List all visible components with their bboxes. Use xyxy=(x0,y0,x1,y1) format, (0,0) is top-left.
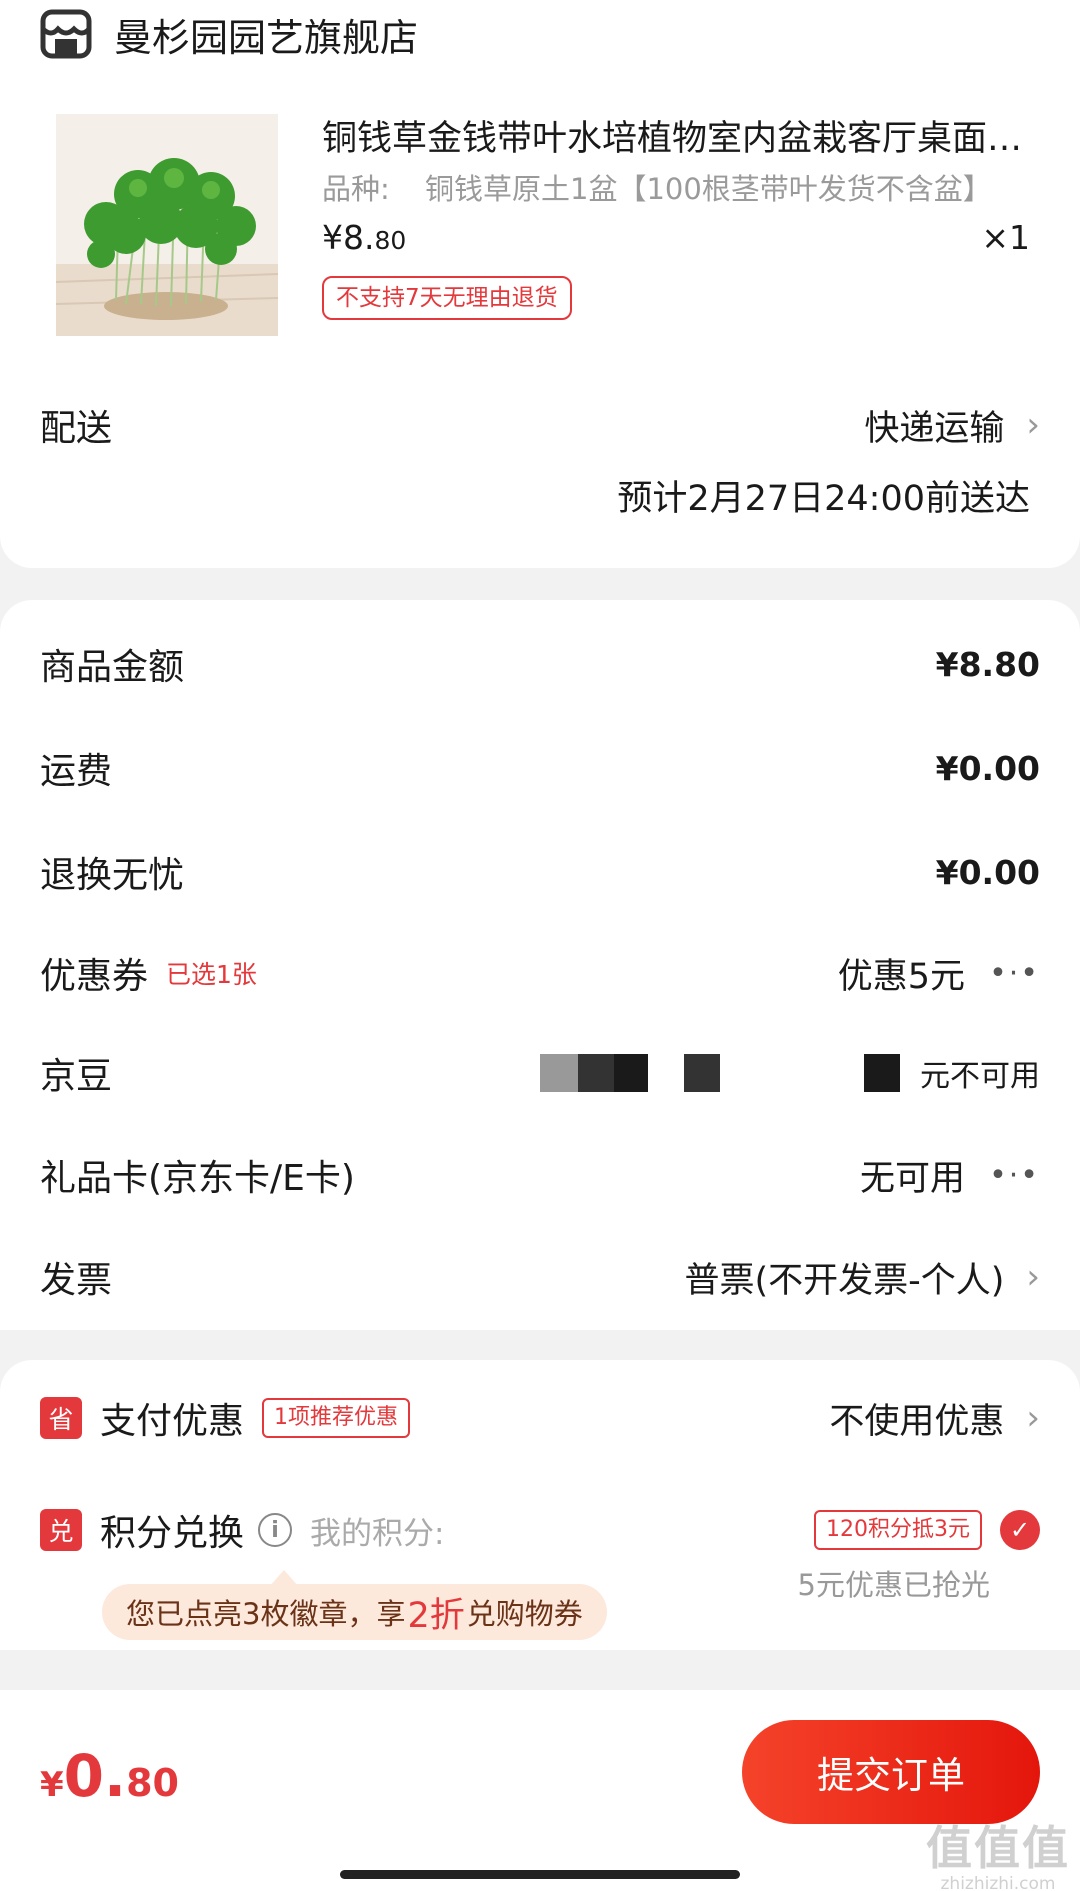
invoice-value-wrap: 普票(不开发票-个人) › xyxy=(684,1252,1040,1303)
coupon-value-wrap: 优惠5元 •·• xyxy=(838,948,1040,999)
points-label-wrap: 兑 积分兑换 i 我的积分: xyxy=(40,1504,444,1556)
shop-header[interactable]: 曼杉园园艺旗舰店 xyxy=(40,6,418,62)
shop-name: 曼杉园园艺旗舰店 xyxy=(114,15,419,60)
points-value-wrap: 120积分抵3元 ✓ xyxy=(796,1510,1040,1550)
giftcard-row[interactable]: 礼品卡(京东卡/E卡) 无可用 •·• xyxy=(40,1150,1040,1200)
watermark: 值值值 zhizhizhi.com xyxy=(926,1812,1070,1891)
product-quantity: ×1 xyxy=(981,218,1030,257)
price-currency: ¥ xyxy=(322,218,343,257)
points-row[interactable]: 兑 积分兑换 i 我的积分: 120积分抵3元 ✓ xyxy=(40,1504,1040,1556)
product-spec: 品种: 铜钱草原土1盆【100根茎带叶发货不含盆】 xyxy=(322,166,1052,208)
pay-discount-value: 不使用优惠 xyxy=(829,1401,1005,1442)
pay-discount-label-wrap: 省 支付优惠 1项推荐优惠 xyxy=(40,1392,411,1444)
plant-image xyxy=(56,114,278,336)
product-price: ¥8.80 xyxy=(322,218,406,257)
giftcard-value-wrap: 无可用 •·• xyxy=(860,1150,1040,1201)
sold-out-note: 5元优惠已抢光 xyxy=(797,1568,990,1602)
storefront-icon xyxy=(40,9,92,59)
worry-free-value: ¥0.00 xyxy=(935,852,1040,892)
watermark-logo: 值值值 xyxy=(926,1821,1070,1875)
delivery-value: 快递运输 › xyxy=(864,400,1040,451)
coupon-selected-count: 已选1张 xyxy=(166,960,257,989)
info-icon[interactable]: i xyxy=(258,1513,293,1547)
spec-value: 铜钱草原土1盆【100根茎带叶发货不含盆】 xyxy=(425,172,992,206)
jingdou-label: 京豆 xyxy=(40,1056,113,1097)
more-dots-icon[interactable]: •·• xyxy=(989,956,1040,991)
shipping-value: ¥0.00 xyxy=(935,748,1040,788)
delivery-label: 配送 xyxy=(40,408,113,449)
exchange-badge-icon: 兑 xyxy=(40,1509,82,1551)
giftcard-value: 无可用 xyxy=(860,1158,966,1199)
watermark-url: zhizhizhi.com xyxy=(940,1874,1056,1891)
promo-highlight: 2折 xyxy=(407,1595,465,1636)
save-badge-icon: 省 xyxy=(40,1397,82,1439)
total-decimal: 80 xyxy=(126,1761,179,1805)
price-integer: 8. xyxy=(343,218,375,257)
more-dots-icon[interactable]: •·• xyxy=(989,1158,1040,1193)
redaction-block xyxy=(540,1054,578,1092)
product-title[interactable]: 铜钱草金钱带叶水培植物室内盆栽客厅桌面绿植 xyxy=(322,110,1042,161)
chevron-right-icon: › xyxy=(1026,1257,1040,1297)
jingdou-value-wrap: 元不可用 xyxy=(920,1051,1040,1095)
redaction-block xyxy=(578,1054,614,1092)
redaction-block xyxy=(684,1054,720,1092)
pay-discount-row[interactable]: 省 支付优惠 1项推荐优惠 不使用优惠 › xyxy=(40,1392,1040,1444)
order-items-card: 曼杉园园艺旗舰店 铜钱草金钱带叶水培植物室内盆栽客厅桌面绿植 品种: 铜钱草原土… xyxy=(0,0,1080,568)
promo-suffix: 兑购物券 xyxy=(466,1597,583,1631)
invoice-label: 发票 xyxy=(40,1260,113,1301)
delivery-eta: 预计2月27日24:00前送达 xyxy=(617,479,1030,519)
invoice-value: 普票(不开发票-个人) xyxy=(684,1260,1005,1301)
goods-amount-value: ¥8.80 xyxy=(935,644,1040,684)
return-policy-tag: 不支持7天无理由退货 xyxy=(322,276,572,320)
coupon-row[interactable]: 优惠券 已选1张 优惠5元 •·• xyxy=(40,948,1040,998)
chevron-right-icon: › xyxy=(1026,1398,1040,1438)
worry-free-label: 退换无忧 xyxy=(40,855,185,896)
delivery-method: 快递运输 xyxy=(864,408,1005,449)
jingdou-value: 元不可用 xyxy=(920,1059,1040,1094)
goods-amount-row: 商品金额 ¥8.80 xyxy=(40,640,1040,689)
worry-free-row: 退换无忧 ¥0.00 xyxy=(40,848,1040,897)
shipping-row: 运费 ¥0.00 xyxy=(40,744,1040,793)
points-balance: 我的积分: xyxy=(310,1515,445,1552)
total-currency: ¥ xyxy=(40,1765,64,1805)
home-indicator[interactable] xyxy=(340,1870,740,1879)
order-total: ¥0. 80 xyxy=(40,1742,179,1810)
points-label: 积分兑换 xyxy=(100,1513,245,1554)
pay-discount-value-wrap: 不使用优惠 › xyxy=(829,1393,1040,1444)
promo-prefix: 您已点亮3枚徽章，享 xyxy=(126,1597,406,1631)
recommend-tag: 1项推荐优惠 xyxy=(262,1398,411,1438)
redaction-block xyxy=(614,1054,648,1092)
badge-promo-bubble[interactable]: 您已点亮3枚徽章，享 2折 兑购物券 xyxy=(102,1584,607,1640)
total-integer: 0. xyxy=(63,1742,127,1810)
coupon-label: 优惠券 xyxy=(40,956,149,997)
price-decimal: 80 xyxy=(374,226,407,255)
coupon-value: 优惠5元 xyxy=(837,956,966,997)
points-deduct-tag: 120积分抵3元 xyxy=(814,1510,982,1550)
product-image[interactable] xyxy=(56,114,278,336)
giftcard-label: 礼品卡(京东卡/E卡) xyxy=(40,1158,355,1199)
checkmark-icon[interactable]: ✓ xyxy=(1000,1510,1040,1550)
invoice-row[interactable]: 发票 普票(不开发票-个人) › xyxy=(40,1252,1040,1302)
coupon-label-wrap: 优惠券 已选1张 xyxy=(40,947,257,999)
shipping-label: 运费 xyxy=(40,751,113,792)
redaction-block xyxy=(864,1054,900,1092)
chevron-right-icon: › xyxy=(1026,405,1040,445)
pay-discount-label: 支付优惠 xyxy=(100,1401,245,1442)
spec-label: 品种: xyxy=(322,172,390,206)
delivery-row[interactable]: 配送 快递运输 › xyxy=(40,400,1040,450)
goods-amount-label: 商品金额 xyxy=(40,647,185,688)
submit-order-button[interactable]: 提交订单 xyxy=(742,1720,1040,1824)
